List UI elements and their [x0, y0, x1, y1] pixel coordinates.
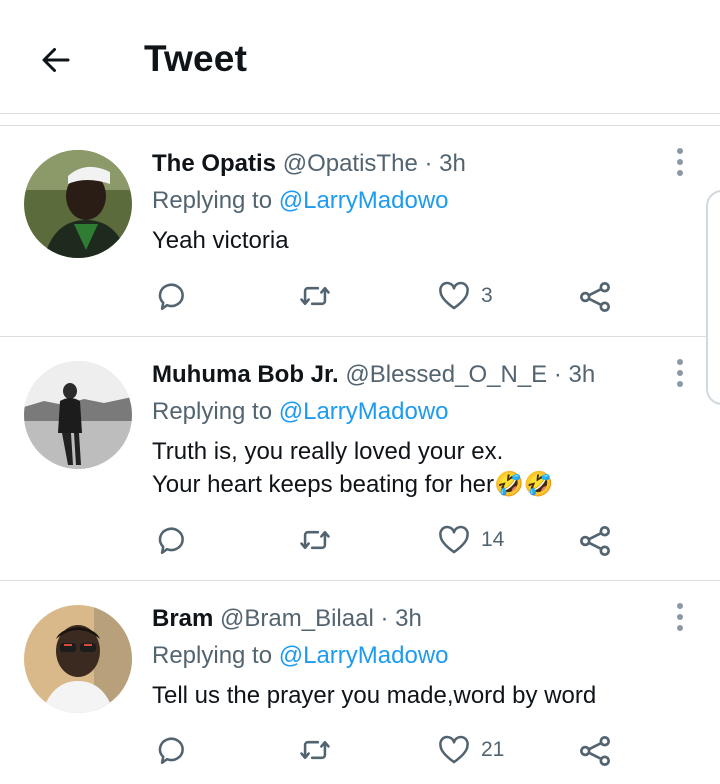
like-button[interactable]: 3	[437, 279, 493, 313]
share-button[interactable]	[577, 279, 613, 315]
tweet-time: · 3h	[424, 150, 466, 177]
user-handle[interactable]: @OpatisThe	[283, 150, 418, 177]
like-count: 21	[481, 738, 505, 761]
tweet-3[interactable]: Bram @Bram_Bilaal · 3h Replying to @Larr…	[0, 581, 720, 784]
tweet-text-line: Your heart keeps beating for her🤣🤣	[152, 471, 554, 498]
display-name[interactable]: The Opatis	[152, 150, 276, 177]
tweet-text-line: Truth is, you really loved your ex.	[152, 438, 504, 465]
tweet-text-line: Yeah victoria	[152, 227, 289, 254]
like-button[interactable]: 21	[437, 733, 504, 767]
back-button[interactable]	[34, 38, 78, 82]
share-button[interactable]	[577, 733, 613, 769]
retweet-icon	[300, 286, 330, 306]
more-options-button[interactable]	[668, 597, 692, 637]
replying-to-label: Replying to	[152, 187, 273, 214]
share-button[interactable]	[577, 523, 613, 559]
tweet-text-line: Tell us the prayer you made,word by word	[152, 682, 597, 709]
retweet-button[interactable]	[297, 733, 333, 767]
tweet-header: The Opatis @OpatisThe · 3h	[152, 150, 466, 178]
like-count: 14	[481, 528, 505, 551]
share-icon	[580, 526, 610, 556]
more-options-button[interactable]	[668, 353, 692, 393]
page-title: Tweet	[144, 38, 248, 79]
tweet-1[interactable]: The Opatis @OpatisThe · 3h Replying to @…	[0, 126, 720, 336]
heart-icon	[439, 735, 469, 764]
tweet-header: Bram @Bram_Bilaal · 3h	[152, 605, 422, 633]
display-name[interactable]: Muhuma Bob Jr.	[152, 361, 339, 388]
reply-bubble-icon	[158, 527, 184, 555]
avatar[interactable]	[24, 361, 132, 469]
avatar[interactable]	[24, 150, 132, 258]
like-count: 3	[481, 284, 493, 307]
retweet-button[interactable]	[297, 279, 333, 313]
replying-to-line: Replying to @LarryMadowo	[152, 398, 449, 426]
replying-to-handle[interactable]: @LarryMadowo	[279, 642, 449, 669]
avatar[interactable]	[24, 605, 132, 713]
share-icon	[580, 282, 610, 312]
heart-icon	[439, 525, 469, 554]
tweet-time: · 3h	[380, 605, 422, 632]
more-options-button[interactable]	[668, 142, 692, 182]
tweet-time: · 3h	[553, 361, 596, 388]
replying-to-label: Replying to	[152, 642, 273, 669]
top-bar: Tweet	[0, 0, 720, 114]
reply-button[interactable]	[155, 733, 189, 767]
tweet-header: Muhuma Bob Jr. @Blessed_O_N_E · 3h	[152, 361, 595, 389]
arrow-left-icon	[42, 48, 70, 72]
replying-to-line: Replying to @LarryMadowo	[152, 642, 449, 670]
tweet-text: Truth is, you really loved your ex. Your…	[152, 435, 554, 501]
tweet-2[interactable]: Muhuma Bob Jr. @Blessed_O_N_E · 3h Reply…	[0, 337, 720, 580]
scroll-indicator[interactable]	[706, 190, 720, 405]
replying-to-handle[interactable]: @LarryMadowo	[279, 187, 449, 214]
retweet-icon	[300, 530, 330, 550]
replying-to-line: Replying to @LarryMadowo	[152, 187, 449, 215]
heart-icon	[439, 281, 469, 310]
share-icon	[580, 736, 610, 766]
user-handle[interactable]: @Bram_Bilaal	[220, 605, 374, 632]
replying-to-label: Replying to	[152, 398, 273, 425]
user-handle[interactable]: @Blessed_O_N_E	[345, 361, 547, 388]
reply-bubble-icon	[158, 737, 184, 765]
retweet-button[interactable]	[297, 523, 333, 557]
retweet-icon	[300, 740, 330, 760]
like-button[interactable]: 14	[437, 523, 504, 557]
reply-button[interactable]	[155, 279, 189, 313]
reply-bubble-icon	[158, 283, 184, 311]
reply-button[interactable]	[155, 523, 189, 557]
display-name[interactable]: Bram	[152, 605, 213, 632]
replying-to-handle[interactable]: @LarryMadowo	[279, 398, 449, 425]
tweet-text: Tell us the prayer you made,word by word	[152, 679, 596, 712]
tweet-text: Yeah victoria	[152, 224, 289, 257]
